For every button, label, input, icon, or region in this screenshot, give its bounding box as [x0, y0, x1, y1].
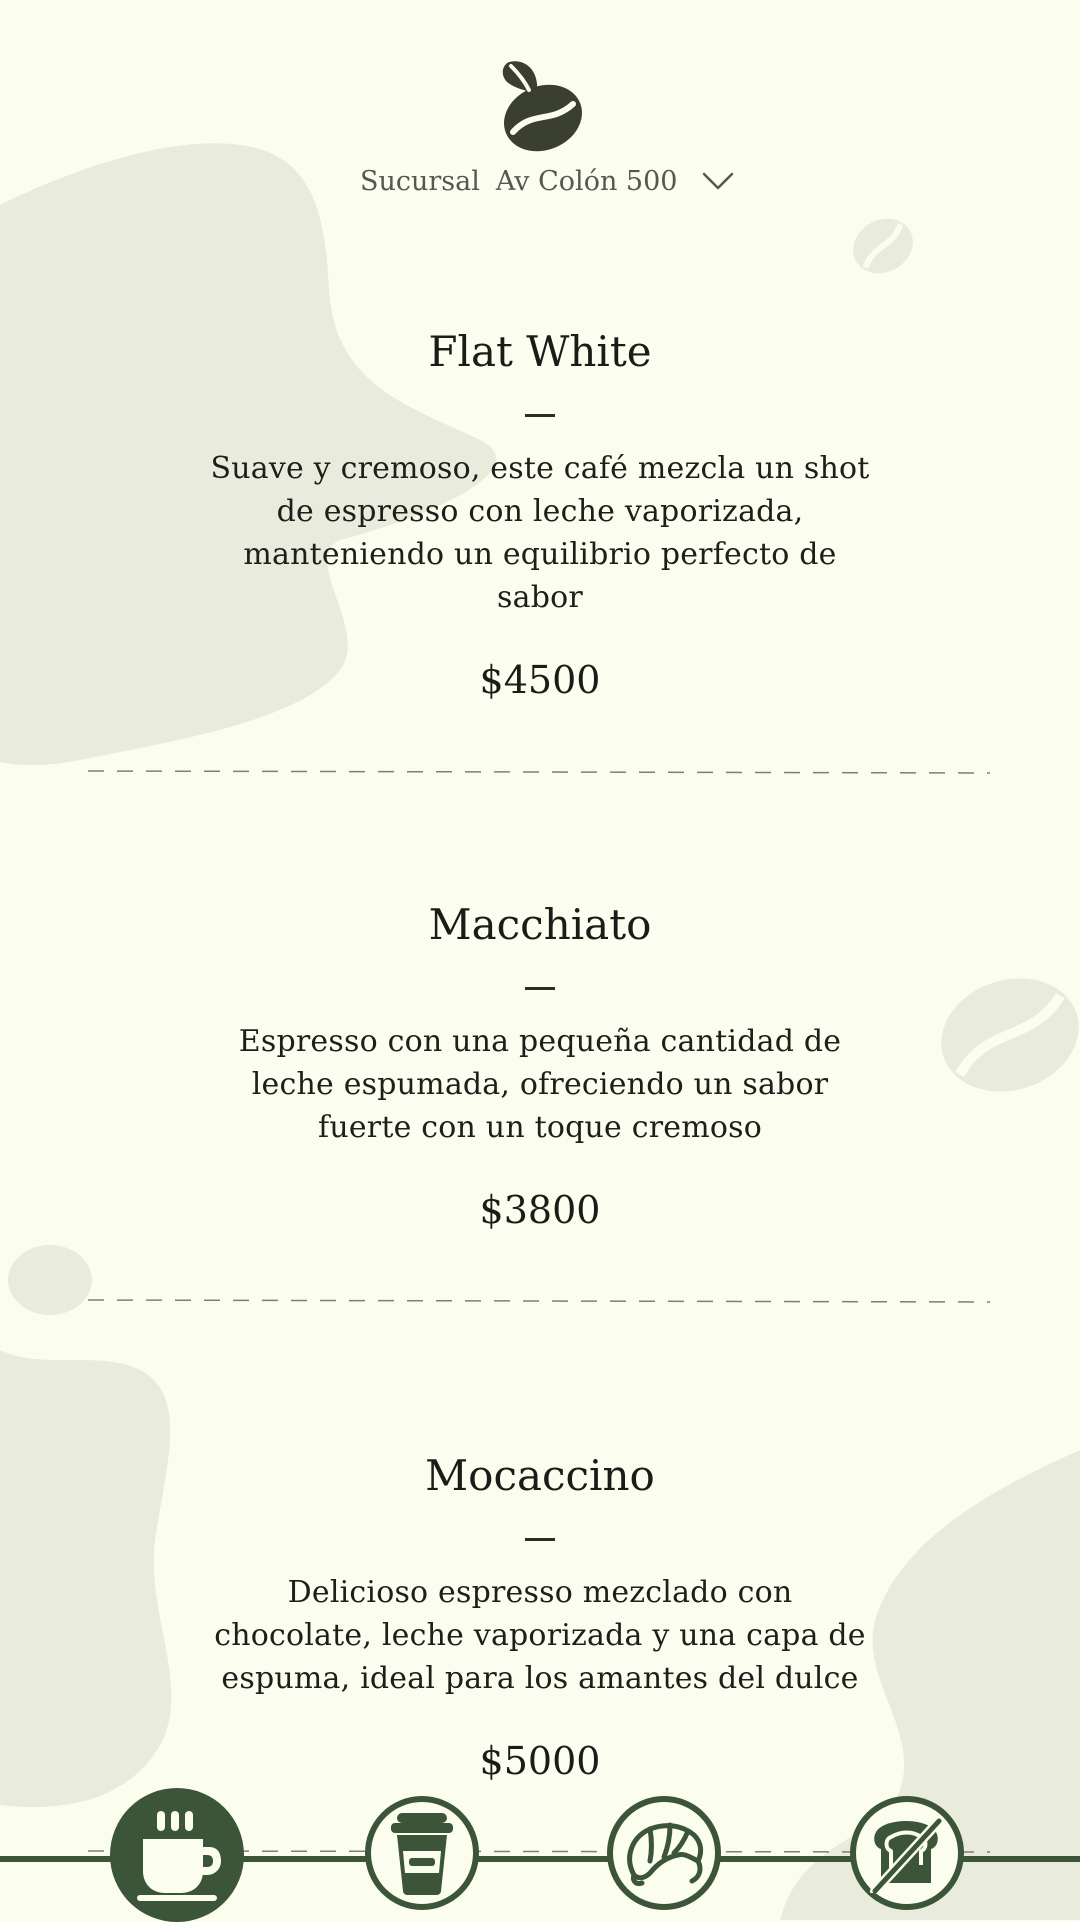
nav-button-pastries[interactable]	[607, 1796, 721, 1910]
menu-item[interactable]: Macchiato Espresso con una pequeña canti…	[0, 899, 1080, 1233]
gluten-free-toast-icon	[870, 1816, 944, 1893]
item-description: Espresso con una pequeña cantidad de lec…	[238, 1024, 842, 1145]
croissant-icon	[627, 1822, 704, 1886]
hot-coffee-cup-icon	[137, 1811, 221, 1901]
item-divider-dash	[525, 414, 555, 417]
item-name: Macchiato	[428, 900, 652, 949]
item-description: Suave y cremoso, este café mezcla un sho…	[210, 451, 870, 615]
chevron-down-icon	[703, 172, 734, 190]
item-name: Flat White	[428, 327, 652, 376]
dashed-separator	[88, 770, 990, 774]
item-divider-dash	[525, 987, 555, 990]
menu-item[interactable]: Mocaccino Delicioso espresso mezclado co…	[0, 1450, 1080, 1784]
nav-button-takeaway[interactable]	[365, 1796, 479, 1910]
takeaway-cup-icon	[391, 1813, 453, 1895]
branch-value: Av Colón 500	[495, 165, 678, 197]
item-description: Delicioso espresso mezclado con chocolat…	[214, 1575, 866, 1696]
item-divider-dash	[525, 1538, 555, 1541]
branch-selector[interactable]: Sucursal Av Colón 500	[360, 158, 735, 204]
item-name: Mocaccino	[425, 1451, 655, 1500]
category-nav-bar	[0, 1780, 1080, 1922]
coffee-bean-logo-icon	[502, 61, 582, 152]
nav-button-gluten-free[interactable]	[850, 1796, 964, 1910]
branch-label: Sucursal	[360, 165, 480, 197]
item-price: $4500	[479, 658, 601, 702]
nav-button-hot-drinks[interactable]	[110, 1788, 244, 1922]
item-price: $5000	[479, 1739, 601, 1783]
item-price: $3800	[479, 1188, 601, 1232]
dashed-separator	[88, 1299, 990, 1303]
menu-item[interactable]: Flat White Suave y cremoso, este café me…	[0, 326, 1080, 703]
